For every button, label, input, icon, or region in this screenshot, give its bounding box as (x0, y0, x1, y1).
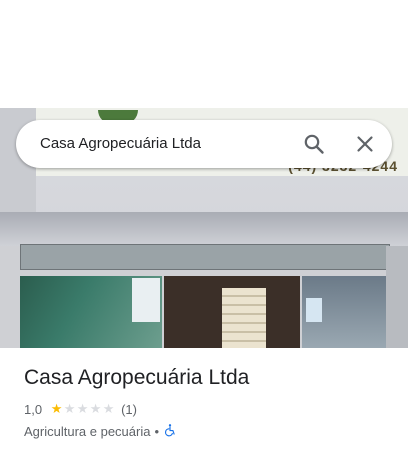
star-empty-icon: ★ (89, 401, 102, 416)
photo-transom-glass (20, 244, 390, 270)
rating-row[interactable]: 1,0 ★ ★ ★ ★ ★ (1) (24, 401, 137, 417)
photo-awning (0, 212, 408, 247)
rating-value: 1,0 (24, 401, 43, 417)
star-filled-icon: ★ (50, 401, 63, 416)
separator-dot: • (154, 423, 160, 439)
star-empty-icon: ★ (102, 401, 115, 416)
review-count[interactable]: (1) (121, 402, 137, 417)
wheelchair-accessible-icon (163, 423, 177, 440)
close-icon[interactable] (353, 132, 377, 156)
photo-poster-small (306, 298, 322, 322)
search-box[interactable]: Casa Agropecuária Ltda (16, 120, 392, 168)
photo-sacks (222, 288, 266, 348)
star-empty-icon: ★ (76, 401, 89, 416)
rating-stars: ★ ★ ★ ★ ★ (50, 402, 115, 416)
place-category: Agricultura e pecuária (24, 423, 151, 439)
place-title: Casa Agropecuária Ltda (24, 366, 250, 389)
photo-pillar (386, 246, 408, 348)
star-empty-icon: ★ (63, 401, 76, 416)
photo-poster (132, 278, 160, 322)
search-input[interactable]: Casa Agropecuária Ltda (40, 135, 201, 152)
search-icon[interactable] (302, 132, 326, 156)
category-row: Agricultura e pecuária • (24, 423, 177, 439)
